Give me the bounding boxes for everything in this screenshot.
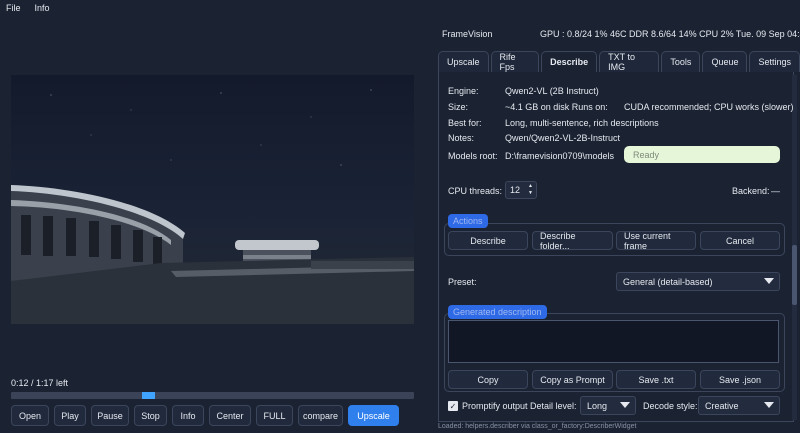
compare-button[interactable]: compare [298, 405, 343, 426]
promptify-label: Promptify output [462, 401, 528, 411]
tab-tools[interactable]: Tools [661, 51, 701, 72]
best-for-value: Long, multi-sentence, rich descriptions [505, 118, 659, 128]
backend-label: Backend: [732, 186, 770, 196]
size-value: ~4.1 GB on disk Runs on: [505, 102, 608, 112]
best-for-label: Best for: [448, 118, 482, 128]
promptify-checkbox[interactable]: ✓ [448, 401, 458, 411]
playback-progress-bar[interactable] [11, 392, 414, 399]
generated-description-title: Generated description [448, 305, 547, 319]
decode-style-label: Decode style: [643, 401, 698, 411]
menu-file[interactable]: File [6, 3, 21, 13]
tab-describe[interactable]: Describe [541, 51, 598, 72]
actions-title: Actions [448, 214, 488, 228]
describe-button[interactable]: Describe [448, 231, 528, 250]
preset-value: General (detail-based) [623, 276, 713, 287]
detail-level-select[interactable]: Long [580, 396, 636, 415]
notes-value: Qwen/Qwen2-VL-2B-Instruct [505, 133, 621, 143]
menu-bar: File Info [0, 0, 800, 16]
preset-label: Preset: [448, 277, 477, 287]
play-button[interactable]: Play [54, 405, 86, 426]
tab-queue[interactable]: Queue [702, 51, 748, 72]
progress-handle[interactable] [142, 392, 155, 399]
scrollbar-thumb[interactable] [792, 245, 797, 305]
use-current-frame-button[interactable]: Use current frame [616, 231, 696, 251]
player-controls: Open Play Pause Stop Info Center FULL co… [11, 405, 399, 426]
engine-value: Qwen2-VL (2B Instruct) [505, 86, 599, 96]
playback-time: 0:12 / 1:17 left [11, 378, 69, 388]
ready-status: Ready [624, 146, 780, 163]
system-status: GPU : 0.8/24 1% 46C DDR 8.6/64 14% CPU 2… [540, 29, 800, 39]
video-preview[interactable] [11, 75, 414, 324]
models-root-label: Models root: [448, 151, 498, 161]
checkmark-icon: ✓ [449, 401, 457, 411]
video-frame-image [11, 89, 414, 324]
preset-select[interactable]: General (detail-based) [616, 272, 780, 291]
cancel-button[interactable]: Cancel [700, 231, 780, 250]
info-button[interactable]: Info [172, 405, 204, 426]
runs-on-value: CUDA recommended; CPU works (slower) [624, 102, 794, 112]
tab-txt-to-img[interactable]: TXT to IMG [599, 51, 660, 72]
decode-style-value: Creative [705, 400, 739, 411]
cpu-threads-value: 12 [510, 185, 521, 195]
spin-arrows-icon[interactable]: ▲ ▼ [528, 183, 533, 197]
open-button[interactable]: Open [11, 405, 49, 426]
cpu-threads-spinbox[interactable]: 12 ▲ ▼ [505, 181, 537, 199]
notes-label: Notes: [448, 133, 475, 143]
chevron-down-icon [764, 402, 774, 408]
pause-button[interactable]: Pause [91, 405, 129, 426]
center-button[interactable]: Center [209, 405, 251, 426]
detail-level-label: Detail level: [530, 401, 577, 411]
describe-folder-button[interactable]: Describe folder... [532, 231, 613, 251]
tab-rife-fps[interactable]: Rife Fps [490, 51, 540, 72]
size-label: Size: [448, 102, 469, 112]
tab-bar: Upscale Rife Fps Describe TXT to IMG Too… [438, 51, 800, 72]
tab-settings[interactable]: Settings [749, 51, 800, 72]
decode-style-select[interactable]: Creative [698, 396, 780, 415]
upscale-button[interactable]: Upscale [348, 405, 399, 426]
panel-scrollbar[interactable] [792, 75, 797, 420]
copy-button[interactable]: Copy [448, 370, 528, 389]
menu-info[interactable]: Info [35, 3, 50, 13]
chevron-down-icon [764, 278, 774, 284]
app-title: FrameVision [442, 29, 493, 39]
backend-value: — [771, 186, 780, 196]
stop-button[interactable]: Stop [134, 405, 167, 426]
save-json-button[interactable]: Save .json [700, 370, 780, 389]
copy-as-prompt-button[interactable]: Copy as Prompt [532, 370, 613, 389]
status-footer: Loaded: helpers.describer via class_or_f… [438, 423, 637, 430]
generated-description-text[interactable] [448, 320, 779, 363]
tab-upscale[interactable]: Upscale [438, 51, 489, 72]
detail-level-value: Long [587, 400, 608, 411]
engine-label: Engine: [448, 86, 479, 96]
chevron-down-icon [620, 402, 630, 408]
models-root-value: D:\framevision0709\models [505, 151, 615, 161]
save-txt-button[interactable]: Save .txt [616, 370, 696, 389]
fullscreen-button[interactable]: FULL [256, 405, 293, 426]
cpu-threads-label: CPU threads: [448, 186, 503, 196]
